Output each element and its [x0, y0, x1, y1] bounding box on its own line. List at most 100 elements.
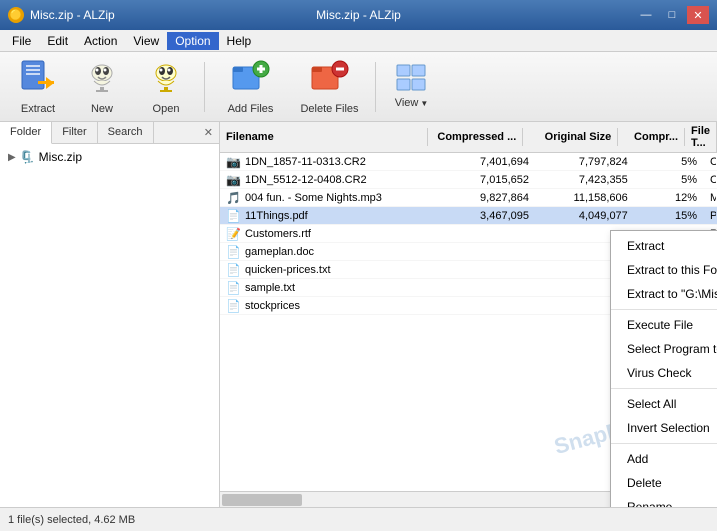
tree-area: ▶ 🗜️ Misc.zip: [0, 144, 219, 507]
context-menu-item[interactable]: Execute FileEnter: [611, 313, 717, 337]
header-filetype[interactable]: File T...: [685, 122, 717, 152]
file-name-cell: 📝 Customers.rtf: [220, 226, 437, 242]
table-row[interactable]: 📷 1DN_5512-12-0408.CR2 7,015,652 7,423,3…: [220, 171, 717, 189]
file-name-cell: 📷 1DN_1857-11-0313.CR2: [220, 154, 437, 170]
panel-close-button[interactable]: ✕: [198, 122, 219, 143]
tree-item-label: Misc.zip: [39, 150, 82, 164]
ctx-item-label: Extract to this Folder: [627, 263, 717, 277]
context-menu-item[interactable]: DeleteDel: [611, 471, 717, 495]
menu-action[interactable]: Action: [76, 32, 125, 50]
file-compr-cell: 5%: [635, 155, 704, 169]
menu-help[interactable]: Help: [219, 32, 260, 50]
file-name-text: 1DN_1857-11-0313.CR2: [245, 156, 366, 168]
file-compr-cell: 12%: [635, 191, 704, 205]
file-compressed-cell: 7,015,652: [437, 173, 536, 187]
file-original-cell: 7,423,355: [536, 173, 635, 187]
menu-file[interactable]: File: [4, 32, 39, 50]
context-menu-item[interactable]: Select Program to Execute FileShift+Ente…: [611, 337, 717, 361]
file-name-text: 11Things.pdf: [245, 210, 308, 222]
file-original-cell: 11,158,606: [536, 191, 635, 205]
new-button[interactable]: New: [72, 57, 132, 117]
table-row[interactable]: 📄 11Things.pdf 3,467,095 4,049,077 15% P…: [220, 207, 717, 225]
menu-option[interactable]: Option: [167, 32, 218, 50]
file-name-text: stockprices: [245, 300, 300, 312]
file-compressed-cell: [437, 251, 536, 253]
view-dropdown-arrow: ▼: [420, 99, 428, 108]
menu-edit[interactable]: Edit: [39, 32, 76, 50]
status-bar: 1 file(s) selected, 4.62 MB: [0, 507, 717, 531]
file-name-text: quicken-prices.txt: [245, 264, 331, 276]
file-type-cell: CR2: [704, 155, 717, 169]
file-original-cell: 7,797,824: [536, 155, 635, 169]
addfiles-label: Add Files: [228, 103, 274, 115]
deletefiles-button[interactable]: Delete Files: [292, 57, 367, 117]
view-button[interactable]: View ▼: [384, 57, 439, 117]
file-name-text: gameplan.doc: [245, 246, 314, 258]
close-button[interactable]: ✕: [687, 6, 709, 24]
tab-folder[interactable]: Folder: [0, 122, 52, 144]
file-icon: 📄: [226, 281, 241, 295]
ctx-item-label: Virus Check: [627, 366, 691, 380]
status-text: 1 file(s) selected, 4.62 MB: [8, 514, 135, 526]
extract-button[interactable]: Extract: [8, 57, 68, 117]
file-icon: 📄: [226, 209, 241, 223]
addfiles-button[interactable]: Add Files: [213, 57, 288, 117]
addfiles-icon: [231, 59, 271, 101]
tab-search[interactable]: Search: [98, 122, 154, 143]
table-row[interactable]: 🎵 004 fun. - Some Nights.mp3 9,827,864 1…: [220, 189, 717, 207]
context-menu-item[interactable]: Invert SelectionCtrl+I: [611, 416, 717, 440]
context-menu: ExtractCtrl+E Extract to this Folder Extra…: [610, 230, 717, 507]
ctx-item-label: Extract to "G:\Misc\Misc\": [627, 287, 717, 301]
context-menu-item[interactable]: AddCtrl+R: [611, 447, 717, 471]
view-label: View ▼: [395, 97, 429, 109]
ctx-item-label: Execute File: [627, 318, 693, 332]
file-compressed-cell: 3,467,095: [437, 209, 536, 223]
table-row[interactable]: 📷 1DN_1857-11-0313.CR2 7,401,694 7,797,8…: [220, 153, 717, 171]
open-button[interactable]: Open: [136, 57, 196, 117]
maximize-button[interactable]: □: [661, 6, 683, 24]
extract-icon: [20, 59, 56, 101]
context-menu-item[interactable]: ExtractCtrl+E: [611, 234, 717, 258]
minimize-button[interactable]: —: [635, 6, 657, 24]
tab-filter[interactable]: Filter: [52, 122, 97, 143]
file-name-cell: 📷 1DN_5512-12-0408.CR2: [220, 172, 437, 188]
toolbar-separator-1: [204, 62, 205, 112]
file-name-cell: 📄 gameplan.doc: [220, 244, 437, 260]
deletefiles-icon: [310, 59, 350, 101]
file-icon: 📷: [226, 155, 241, 169]
file-icon: 📄: [226, 263, 241, 277]
file-type-cell: PDF: [704, 209, 717, 223]
main-content: Folder Filter Search ✕ ▶ 🗜️ Misc.zip Fil…: [0, 122, 717, 507]
ctx-item-label: Add: [627, 452, 648, 466]
file-list-header: Filename Compressed ... Original Size Co…: [220, 122, 717, 153]
header-compressed[interactable]: Compressed ...: [428, 128, 523, 146]
file-name-cell: 🎵 004 fun. - Some Nights.mp3: [220, 190, 437, 206]
zip-file-icon: 🗜️: [20, 150, 35, 164]
file-name-cell: 📄 11Things.pdf: [220, 208, 437, 224]
file-icon: 📄: [226, 299, 241, 313]
tree-item-misc-zip[interactable]: ▶ 🗜️ Misc.zip: [4, 148, 215, 166]
ctx-item-label: Invert Selection: [627, 421, 710, 435]
ctx-item-label: Delete: [627, 476, 662, 490]
file-type-cell: CR2: [704, 173, 717, 187]
context-menu-item[interactable]: Extract to this Folder: [611, 258, 717, 282]
menu-view[interactable]: View: [125, 32, 167, 50]
open-icon: [148, 59, 184, 101]
file-original-cell: 4,049,077: [536, 209, 635, 223]
header-compr[interactable]: Compr...: [618, 128, 685, 146]
ctx-item-label: Rename: [627, 500, 672, 507]
deletefiles-label: Delete Files: [300, 103, 358, 115]
context-menu-item[interactable]: Select AllCtrl+A: [611, 392, 717, 416]
context-menu-item[interactable]: Extract to "G:\Misc\Misc\": [611, 282, 717, 306]
scroll-thumb[interactable]: [222, 494, 302, 506]
file-name-cell: 📄 quicken-prices.txt: [220, 262, 437, 278]
context-menu-item[interactable]: RenameF2: [611, 495, 717, 507]
header-filename[interactable]: Filename: [220, 128, 428, 146]
context-menu-item[interactable]: Virus Check: [611, 361, 717, 385]
ctx-item-label: Extract: [627, 239, 664, 253]
toolbar: Extract New: [0, 52, 717, 122]
header-original[interactable]: Original Size: [523, 128, 618, 146]
title-bar: 🟡 Misc.zip - ALZip Misc.zip - ALZip — □ …: [0, 0, 717, 30]
file-icon: 📝: [226, 227, 241, 241]
file-name-text: 1DN_5512-12-0408.CR2: [245, 174, 367, 186]
